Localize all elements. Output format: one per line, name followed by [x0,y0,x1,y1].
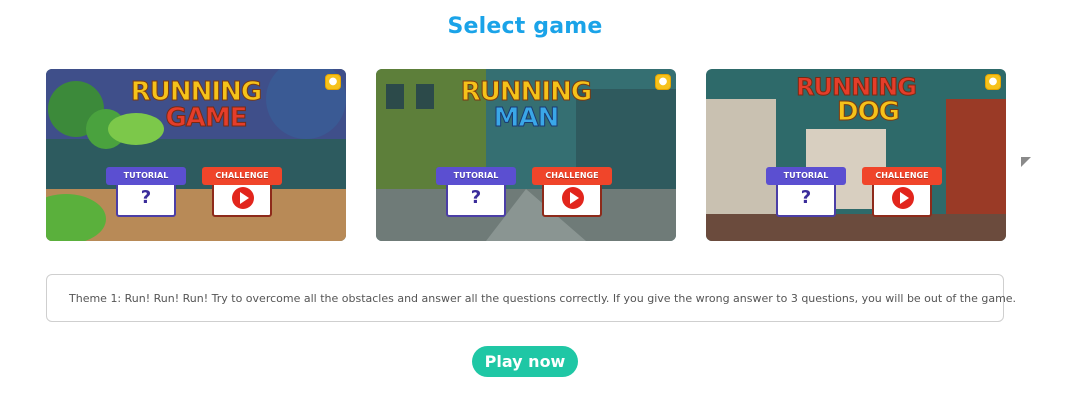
challenge-label: CHALLENGE [862,167,942,185]
challenge-button[interactable]: CHALLENGE [862,167,942,227]
logo-line1: RUNNING [460,77,592,107]
logo-line1: RUNNING [130,77,262,107]
logo-line2: MAN [493,103,560,133]
game-logo: RUNNING GAME [46,77,346,133]
game-logo: RUNNING DOG [706,73,1006,127]
play-icon [562,187,584,209]
tutorial-button[interactable]: TUTORIAL ? [766,167,846,227]
tutorial-button[interactable]: TUTORIAL ? [106,167,186,227]
challenge-label: CHALLENGE [532,167,612,185]
logo-line1: RUNNING [796,73,918,101]
tutorial-button[interactable]: TUTORIAL ? [436,167,516,227]
cursor-icon [1021,157,1031,167]
question-icon: ? [800,187,812,208]
logo-line2: DOG [836,97,900,127]
game-logo: RUNNING MAN [376,77,676,133]
game-card-running-game[interactable]: RUNNING GAME ● TUTORIAL ? CHALLENGE [46,69,346,241]
play-icon [232,187,254,209]
tutorial-label: TUTORIAL [436,167,516,185]
game-card-running-man[interactable]: RUNNING MAN ● TUTORIAL ? CHALLENGE [376,69,676,241]
question-icon: ? [470,187,482,208]
play-icon [892,187,914,209]
logo-line2: GAME [165,103,248,133]
coin-icon: ● [985,74,1001,90]
challenge-label: CHALLENGE [202,167,282,185]
game-card-running-dog[interactable]: RUNNING DOG ● TUTORIAL ? CHALLENGE [706,69,1006,241]
game-description: Theme 1: Run! Run! Run! Try to overcome … [46,274,1016,322]
tutorial-label: TUTORIAL [106,167,186,185]
coin-icon: ● [655,74,671,90]
question-icon: ? [140,187,152,208]
play-now-button[interactable]: Play now [472,346,578,377]
tutorial-label: TUTORIAL [766,167,846,185]
coin-icon: ● [325,74,341,90]
challenge-button[interactable]: CHALLENGE [532,167,612,227]
page-title: Select game [447,14,603,39]
challenge-button[interactable]: CHALLENGE [202,167,282,227]
